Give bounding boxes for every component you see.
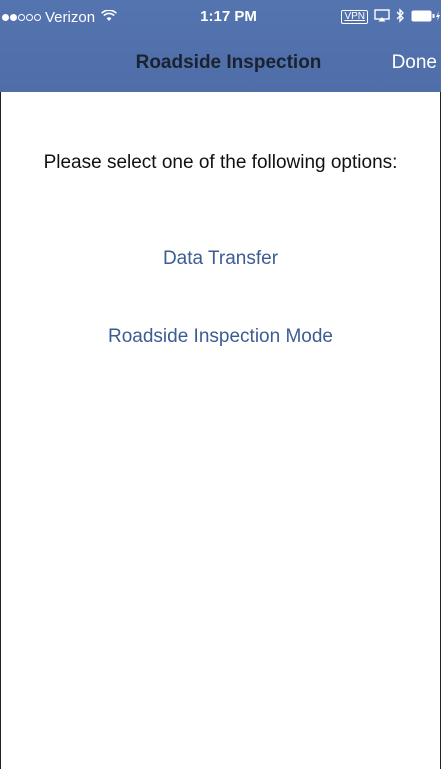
status-right: VPN [341,7,441,27]
status-bar: Verizon 1:17 PM VPN [0,0,441,34]
app-header: Verizon 1:17 PM VPN Roadside Inspection … [0,0,441,92]
vpn-badge: VPN [341,10,368,24]
page-title: Roadside Inspection [135,52,322,73]
bluetooth-icon [396,7,405,27]
main-content: Please select one of the following optio… [0,92,441,769]
roadside-inspection-mode-option[interactable]: Roadside Inspection Mode [1,326,440,348]
data-transfer-option[interactable]: Data Transfer [1,248,440,270]
battery-icon [411,9,441,26]
done-button[interactable]: Done [392,34,437,92]
instruction-text: Please select one of the following optio… [43,152,398,173]
navigation-bar: Roadside Inspection Done [0,34,441,92]
airplay-icon [374,8,390,26]
